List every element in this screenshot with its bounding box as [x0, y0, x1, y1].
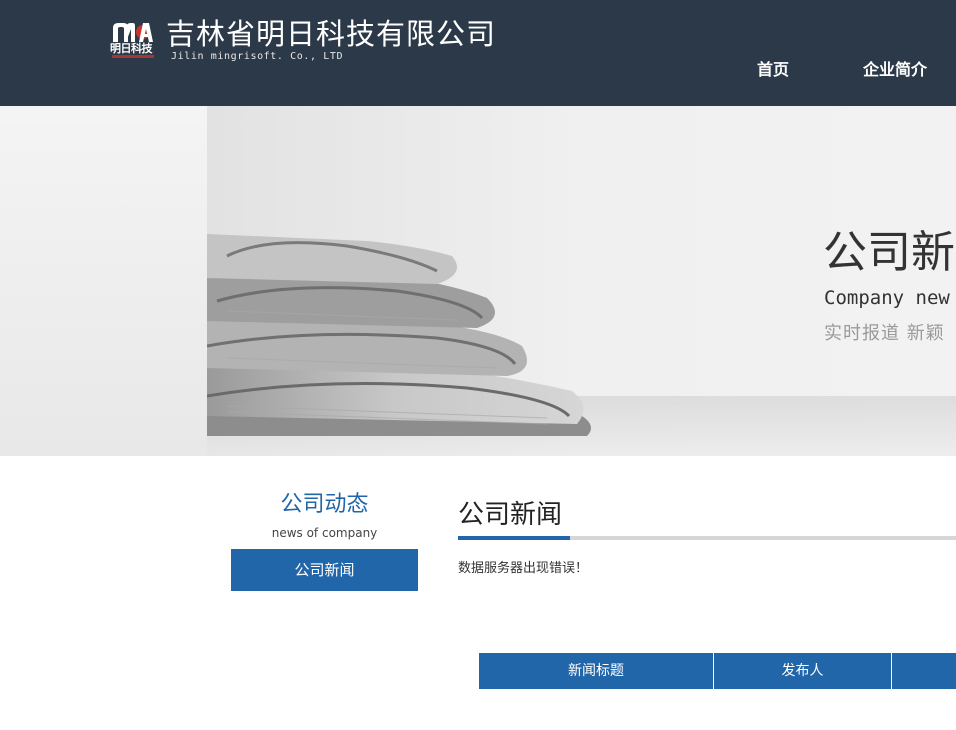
- logo-text: 明日科技: [110, 42, 153, 55]
- newspaper-image: [207, 106, 956, 456]
- column-header-publisher[interactable]: 发布人: [714, 653, 892, 689]
- banner-subtitle-en: Company new: [824, 287, 950, 309]
- error-message: 数据服务器出现错误！: [458, 561, 589, 576]
- logo-underline: [112, 55, 154, 58]
- sidebar-title: 公司动态: [280, 492, 369, 517]
- news-table-header: 新闻标题 发布人: [479, 653, 956, 689]
- nav-company-intro[interactable]: 企业简介: [863, 56, 927, 80]
- column-header-news-title[interactable]: 新闻标题: [479, 653, 714, 689]
- banner-title: 公司新: [823, 227, 955, 278]
- site-header: 明日科技 吉林省明日科技有限公司 Jilin mingrisoft. Co., …: [0, 0, 956, 106]
- banner: 公司新 Company new 实时报道 新颖: [0, 106, 956, 456]
- title-divider-accent: [458, 536, 570, 540]
- company-logo[interactable]: 明日科技: [110, 20, 158, 62]
- logo-mark-icon: [113, 23, 153, 42]
- banner-left-panel: [0, 106, 207, 456]
- sidebar-subtitle: news of company: [271, 526, 378, 540]
- page-title: 公司新闻: [458, 500, 563, 530]
- banner-slogan: 实时报道 新颖: [824, 323, 945, 344]
- company-name-en: Jilin mingrisoft. Co., LTD: [171, 51, 344, 62]
- company-name: 吉林省明日科技有限公司: [166, 17, 497, 51]
- nav-home[interactable]: 首页: [757, 56, 789, 80]
- sidebar-item-company-news[interactable]: 公司新闻: [231, 549, 418, 591]
- column-header-extra[interactable]: [892, 653, 956, 689]
